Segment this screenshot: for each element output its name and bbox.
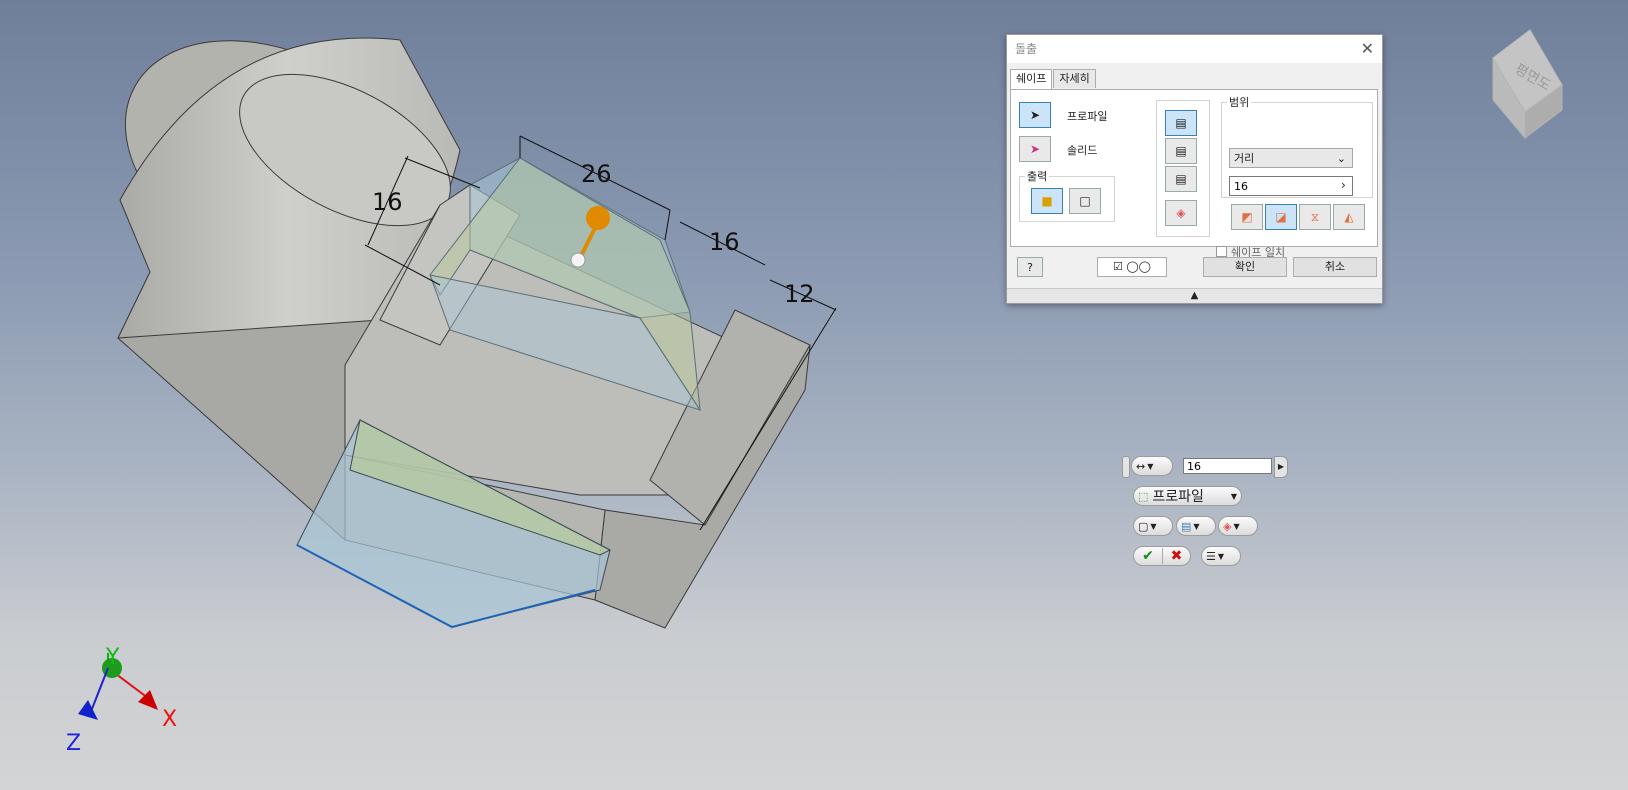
extents-group-label: 범위 [1227,94,1252,110]
chevron-down-icon: ▼ [1233,521,1240,531]
asymmetric-button[interactable]: ◭ [1333,204,1365,230]
dialog-title-bar[interactable]: 돌출 ✕ [1007,35,1382,63]
glasses-icon: ◯◯ [1126,260,1151,273]
distance-input[interactable] [1229,176,1353,196]
tab-shape[interactable]: 쉐이프 [1010,69,1053,90]
chevron-down-icon: ▼ [1147,461,1154,471]
axis-label-z: Z [66,731,81,756]
match-shape-checkbox[interactable] [1216,246,1227,257]
chevron-down-icon: ▼ [1150,521,1157,531]
intersect-button[interactable]: ▤ [1165,166,1197,192]
chevron-down-icon: ▼ [1230,491,1237,501]
cursor-arrow-icon: ➤ [1029,108,1041,122]
preview-toggle[interactable]: ☑ ◯◯ [1097,257,1167,277]
checkbox-checked-icon: ☑ [1113,260,1123,273]
model-canvas[interactable]: 16 26 16 12 X Y Z 평면도 [0,0,1628,790]
chevron-down-icon: ▼ [1217,551,1225,561]
solid-cube-icon: ■ [1041,194,1053,208]
solid-select-icon: ➤ [1029,142,1041,156]
solid-label: 솔리드 [1067,144,1098,157]
chevron-right-icon[interactable]: › [1341,178,1346,192]
graphics-viewport[interactable]: 16 26 16 12 X Y Z 평면도 ↔▼ ▶ [0,0,1628,790]
options-dropdown[interactable]: ☰ ▼ [1201,546,1241,566]
direction-2-button[interactable]: ◪ [1265,204,1297,230]
join-button[interactable]: ▤ [1165,110,1197,136]
triangle-up-icon: ▲ [1190,290,1199,301]
ok-checkmark-icon[interactable]: ✔ [1134,548,1162,564]
dimension-label-0[interactable]: 16 [372,188,403,216]
distance-type-dropdown[interactable]: ↔ ▼ [1131,456,1173,476]
ok-button[interactable]: 확인 [1203,257,1287,277]
join-icon: ▤ [1175,116,1187,130]
extents-direction-dropdown[interactable]: ▤ ▼ [1176,516,1216,536]
collapse-bar[interactable]: ▲ [1007,288,1382,303]
cut-icon: ▤ [1175,144,1187,158]
operation-icon: ◈ [1223,519,1232,533]
dimension-label-1[interactable]: 26 [581,160,612,188]
mini-distance-input[interactable] [1183,458,1272,474]
help-button[interactable]: ? [1017,257,1043,277]
axis-label-x: X [162,707,177,732]
asymmetric-icon: ◭ [1344,210,1354,224]
extents-type-select[interactable]: 거리 ⌄ [1229,148,1353,168]
chevron-down-icon: ⌄ [1336,152,1346,165]
profile-label: 프로파일 [1067,110,1108,123]
mini-toolbar-grip[interactable] [1122,456,1130,478]
output-solid-button[interactable]: ■ [1031,188,1063,214]
close-icon[interactable]: ✕ [1361,35,1374,63]
cancel-button[interactable]: 취소 [1293,257,1377,277]
new-solid-button[interactable]: ◈ [1165,200,1197,226]
symmetric-icon: ⧖ [1310,209,1320,224]
distance-icon: ↔ [1136,459,1146,473]
dialog-tabs: 쉐이프 자세히 [1010,69,1097,90]
solid-output-icon: ▢ [1138,519,1149,533]
list-icon: ☰ [1206,549,1216,563]
extents-type-value: 거리 [1234,152,1255,165]
help-icon: ? [1027,260,1033,274]
output-surface-button[interactable]: □ [1069,188,1101,214]
direction-1-button[interactable]: ◩ [1231,204,1263,230]
direction-2-icon: ◪ [1275,210,1287,224]
new-solid-icon: ◈ [1176,206,1186,220]
confirm-cancel-group: ✔ ✖ [1133,546,1191,566]
direction-icon: ▤ [1181,519,1192,533]
cut-button[interactable]: ▤ [1165,138,1197,164]
cancel-x-icon[interactable]: ✖ [1161,548,1190,564]
output-solid-dropdown[interactable]: ▢ ▼ [1133,516,1173,536]
apply-arrow-button[interactable]: ▶ [1274,456,1288,478]
dialog-title: 돌출 [1015,42,1038,56]
profile-label: 프로파일 [1152,489,1204,505]
tab-more[interactable]: 자세히 [1053,69,1096,88]
output-group-label: 출력 [1025,168,1050,184]
surface-cube-icon: □ [1079,194,1091,208]
dimension-label-3[interactable]: 12 [784,280,815,308]
extrude-dialog: 돌출 ✕ 쉐이프 자세히 ➤ 프로파일 ➤ 솔리드 출력 ■ □ ▤ ▤ ▤ ◈… [1006,34,1383,304]
view-cube[interactable]: 평면도 [1492,29,1563,140]
solid-button[interactable]: ➤ [1019,136,1051,162]
direction-1-icon: ◩ [1241,210,1253,224]
axis-label-y: Y [105,645,120,670]
profile-select-icon: ⬚ [1138,489,1149,503]
operation-dropdown[interactable]: ◈ ▼ [1218,516,1258,536]
symmetric-button[interactable]: ⧖ [1299,204,1331,230]
dimension-label-2[interactable]: 16 [709,228,740,256]
axis-triad: X Y Z [66,645,177,756]
shape-panel: ➤ 프로파일 ➤ 솔리드 출력 ■ □ ▤ ▤ ▤ ◈ 범위 거리 ⌄ › ◩ … [1010,89,1378,247]
chevron-down-icon: ▼ [1193,521,1200,531]
profile-select-button[interactable]: ⬚ 프로파일 ▼ [1133,486,1242,506]
profile-button[interactable]: ➤ [1019,102,1051,128]
intersect-icon: ▤ [1175,172,1187,186]
